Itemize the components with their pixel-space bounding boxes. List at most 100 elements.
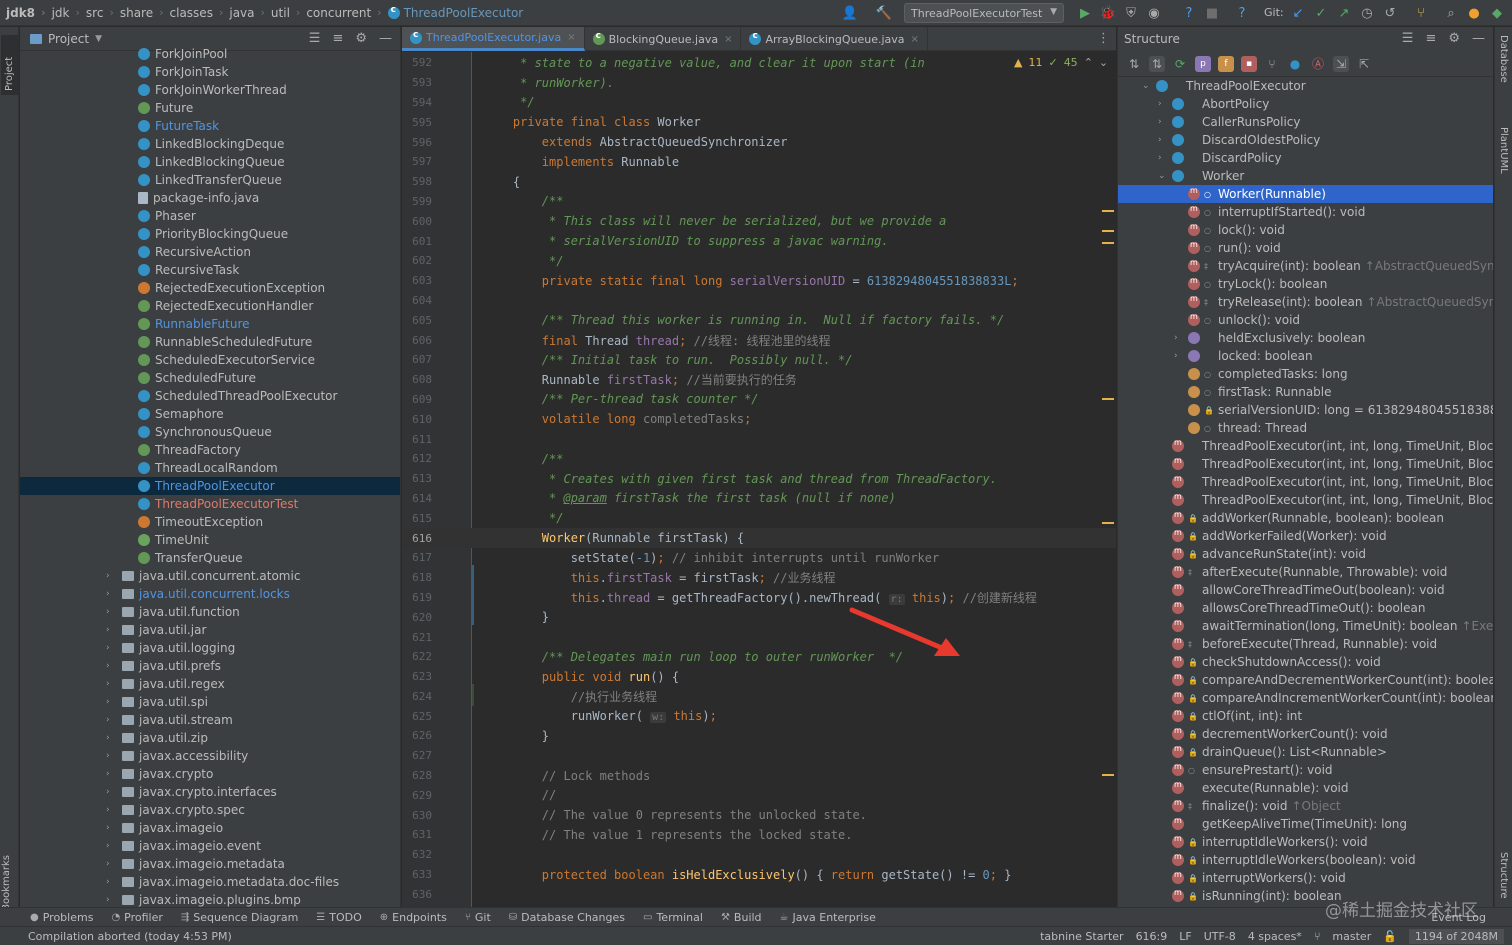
stop-icon[interactable]: ■ [1204,5,1220,21]
structure-tree-item[interactable]: allowCoreThreadTimeOut(boolean): void [1118,581,1493,599]
show-non-public-icon[interactable]: ▪ [1241,55,1257,72]
line-number[interactable]: 607 [402,353,432,366]
line-number[interactable]: 630 [402,809,432,822]
profile-icon[interactable]: ◉ [1146,5,1162,21]
code-line[interactable]: 633 protected boolean isHeldExclusively(… [402,865,1116,885]
project-tree-item[interactable]: › java.util.function [20,603,400,621]
structure-tree-item[interactable]: 🔒 drainQueue(): List<Runnable> [1118,743,1493,761]
project-tree-item[interactable]: SynchronousQueue [20,423,400,441]
code-line[interactable]: 621 [402,627,1116,647]
structure-tree-item[interactable]: ‡ afterExecute(Runnable, Throwable): void [1118,563,1493,581]
chevron-right-icon[interactable]: › [1158,117,1162,127]
breadcrumb-item[interactable]: jdk8 › [6,6,52,20]
code-line[interactable]: 626 } [402,726,1116,746]
project-tree-item[interactable]: RecursiveAction [20,243,400,261]
structure-tree-item[interactable]: getKeepAliveTime(TimeUnit): long [1118,815,1493,833]
inspection-widget[interactable]: ▲ 11 ✓ 45 ⌃ ⌄ [1014,56,1108,69]
project-tree-item[interactable]: › javax.imageio.event [20,837,400,855]
code-line[interactable]: 594 */ [402,93,1116,113]
structure-tree-item[interactable]: ○ interruptIfStarted(): void [1118,203,1493,221]
structure-tree-item[interactable]: ○ Worker(Runnable) [1118,185,1493,203]
line-number[interactable]: 621 [402,631,432,644]
project-tree-item[interactable]: RunnableFuture [20,315,400,333]
line-number[interactable]: 604 [402,294,432,307]
scrollbar-warning-marker[interactable] [1102,774,1114,776]
structure-tree-item[interactable]: ○ completedTasks: long [1118,365,1493,383]
code-line[interactable]: 628 // Lock methods [402,766,1116,786]
structure-tree-item[interactable]: › CallerRunsPolicy [1118,113,1493,131]
project-tree-item[interactable]: ThreadFactory [20,441,400,459]
indent-setting[interactable]: 4 spaces* [1248,930,1302,943]
code-line[interactable]: 593 * runWorker). [402,73,1116,93]
git-push-icon[interactable]: ↗ [1336,5,1352,21]
code-line[interactable]: 595 private final class Worker [402,112,1116,132]
project-tree-item[interactable]: › javax.imageio [20,819,400,837]
vcs-change-marker[interactable] [472,565,474,625]
structure-tree-item[interactable]: › DiscardOldestPolicy [1118,131,1493,149]
code-line[interactable]: 625 runWorker( w: this); [402,706,1116,726]
editor-tab[interactable]: BlockingQueue.java × [585,27,742,51]
line-number[interactable]: 595 [402,116,432,129]
project-tree-item[interactable]: › javax.crypto [20,765,400,783]
project-tree-item[interactable]: › java.util.jar [20,621,400,639]
structure-tree-item[interactable]: ○ lock(): void [1118,221,1493,239]
structure-tree-item[interactable]: ○ thread: Thread [1118,419,1493,437]
structure-tree-item[interactable]: ○ tryLock(): boolean [1118,275,1493,293]
code-line[interactable]: 603 private static final long serialVers… [402,271,1116,291]
structure-tree-item[interactable]: 🔒 advanceRunState(int): void [1118,545,1493,563]
project-tree-item[interactable]: RejectedExecutionHandler [20,297,400,315]
tool-window-button[interactable]: ⊕ Endpoints [380,911,447,924]
line-number[interactable]: 601 [402,235,432,248]
project-tree-item[interactable]: FutureTask [20,117,400,135]
structure-tree-item[interactable]: ThreadPoolExecutor(int, int, long, TimeU… [1118,455,1493,473]
project-tree-item[interactable]: ScheduledExecutorService [20,351,400,369]
line-number[interactable]: 612 [402,452,432,465]
close-icon[interactable]: × [724,34,732,45]
scrollbar-warning-marker[interactable] [1102,398,1114,400]
line-number[interactable]: 600 [402,215,432,228]
structure-tree-item[interactable]: 🔒 serialVersionUID: long = 61382948045518… [1118,401,1493,419]
chevron-right-icon[interactable]: › [1158,99,1162,109]
chevron-right-icon[interactable]: › [106,823,110,833]
structure-tree-item[interactable]: ○ ensurePrestart(): void [1118,761,1493,779]
chevron-right-icon[interactable]: › [106,841,110,851]
tool-window-button[interactable]: ⇶ Sequence Diagram [181,911,298,924]
structure-tree-item[interactable]: ○ unlock(): void [1118,311,1493,329]
line-number[interactable]: 623 [402,670,432,683]
structure-tree-item[interactable]: 🔒 interruptWorkers(): void [1118,869,1493,887]
line-number[interactable]: 594 [402,96,432,109]
project-tree-item[interactable]: › java.util.stream [20,711,400,729]
chevron-down-icon[interactable]: ▼ [95,34,102,44]
project-tool-tab[interactable]: Project [1,35,19,95]
breadcrumb-item[interactable]: share › [120,6,170,20]
hide-icon[interactable]: — [1472,31,1485,46]
code-line[interactable]: 616 Worker(Runnable firstTask) { [402,528,1116,548]
code-line[interactable]: 596 extends AbstractQueuedSynchronizer [402,132,1116,152]
project-tree-item[interactable]: › java.util.concurrent.atomic [20,567,400,585]
project-tree-item[interactable]: ScheduledThreadPoolExecutor [20,387,400,405]
code-line[interactable]: 604 [402,291,1116,311]
project-tree-item[interactable]: LinkedTransferQueue [20,171,400,189]
code-line[interactable]: 620 } [402,607,1116,627]
code-line[interactable]: 617 setState(-1); // inhibit interrupts … [402,548,1116,568]
code-line[interactable]: 623 public void run() { [402,667,1116,687]
chevron-right-icon[interactable]: › [106,607,110,617]
project-tree-item[interactable]: › javax.imageio.metadata [20,855,400,873]
breadcrumb-item[interactable]: jdk › [52,6,86,20]
sort-visibility-icon[interactable]: ⇅ [1149,55,1165,72]
show-properties-icon[interactable]: p [1195,55,1211,72]
more-vertical-icon[interactable]: ⋮ [1097,31,1110,46]
line-number[interactable]: 596 [402,136,432,149]
line-number[interactable]: 592 [402,56,432,69]
caret-position[interactable]: 616:9 [1136,930,1168,943]
chevron-down-icon[interactable]: ⌄ [1158,171,1166,181]
code-line[interactable]: 602 */ [402,251,1116,271]
collapse-all-icon[interactable]: ≡ [1425,31,1436,46]
breadcrumb-item[interactable]: java › [229,6,271,20]
chevron-right-icon[interactable]: › [106,751,110,761]
line-number[interactable]: 627 [402,749,432,762]
structure-tree-item[interactable]: ‡ tryAcquire(int): boolean↑AbstractQueued… [1118,257,1493,275]
structure-tree-item[interactable]: 🔒 addWorker(Runnable, boolean): boolean [1118,509,1493,527]
chevron-right-icon[interactable]: › [106,769,110,779]
file-encoding[interactable]: UTF-8 [1204,930,1236,943]
